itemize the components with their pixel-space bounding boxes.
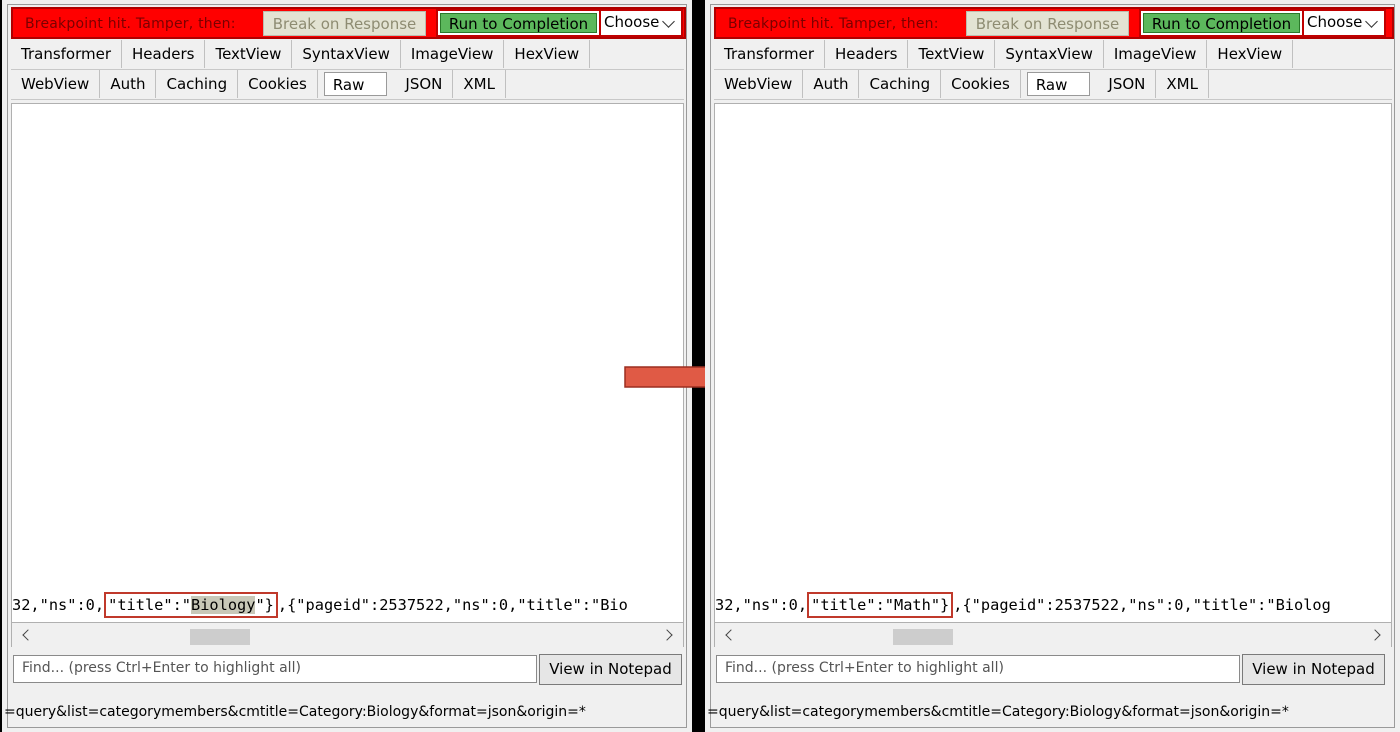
tab-xml[interactable]: XML [1156, 70, 1209, 98]
inspector-tabs-row2: WebView Auth Caching Cookies Raw JSON XM… [11, 69, 684, 100]
choose-label: Choose [1307, 13, 1363, 31]
code-title-end: "} [930, 596, 950, 614]
title-highlight-box: "title":"Math"} [807, 592, 954, 618]
view-in-notepad-button[interactable]: View in Notepad [539, 654, 682, 685]
tab-cookies[interactable]: Cookies [941, 70, 1021, 98]
breakpoint-bar: Breakpoint hit. Tamper, then: Break on R… [714, 7, 1394, 39]
tab-json[interactable]: JSON [395, 70, 454, 98]
tab-raw[interactable]: Raw [1026, 72, 1091, 96]
fiddler-panel-after: Breakpoint hit. Tamper, then: Break on R… [705, 0, 1400, 732]
view-in-notepad-button[interactable]: View in Notepad [1242, 654, 1385, 685]
inspector-tabs-row1: Transformer Headers TextView SyntaxView … [11, 39, 684, 70]
tab-caching[interactable]: Caching [859, 70, 942, 98]
tab-textview[interactable]: TextView [205, 40, 293, 68]
tab-auth[interactable]: Auth [100, 70, 157, 98]
tab-xml[interactable]: XML [453, 70, 506, 98]
code-title-value: Biology [191, 596, 256, 614]
code-suffix: ,{"pageid":2537522,"ns":0,"title":"Biolo… [953, 596, 1331, 614]
inspector-tabs-row1: Transformer Headers TextView SyntaxView … [714, 39, 1392, 70]
tab-transformer[interactable]: Transformer [11, 40, 123, 68]
tab-auth[interactable]: Auth [803, 70, 860, 98]
tab-hexview[interactable]: HexView [1207, 40, 1294, 68]
code-title-value: Math [894, 596, 931, 614]
tab-json[interactable]: JSON [1098, 70, 1157, 98]
run-to-completion-button[interactable]: Run to Completion [440, 13, 597, 33]
code-title-key: "title":" [811, 596, 894, 614]
code-prefix: 32,"ns":0, [715, 596, 808, 614]
code-title-end: "} [255, 596, 274, 614]
break-on-response-button[interactable]: Break on Response [263, 11, 426, 36]
tab-webview[interactable]: WebView [11, 70, 101, 98]
tab-imageview[interactable]: ImageView [1104, 40, 1208, 68]
scrollbar-thumb[interactable] [893, 629, 953, 645]
tab-imageview[interactable]: ImageView [401, 40, 505, 68]
tab-raw[interactable]: Raw [323, 72, 388, 96]
choose-label: Choose [604, 13, 660, 31]
scrollbar-thumb[interactable] [190, 629, 250, 645]
scroll-right-arrow-icon[interactable] [661, 629, 673, 641]
tab-syntaxview[interactable]: SyntaxView [292, 40, 401, 68]
chevron-down-icon [662, 15, 675, 28]
find-input[interactable]: Find... (press Ctrl+Enter to highlight a… [716, 655, 1240, 683]
tab-webview[interactable]: WebView [714, 70, 804, 98]
run-to-completion-highlight: Run to Completion [1139, 9, 1304, 37]
code-prefix: 32,"ns":0, [12, 596, 105, 614]
inspector-tabs-row2: WebView Auth Caching Cookies Raw JSON XM… [714, 69, 1392, 100]
raw-response-textarea[interactable]: 32,"ns":0, "title":"Biology"} ,{"pageid":2… [11, 103, 684, 623]
response-code-line: 32,"ns":0, "title":"Math"} ,{"pageid":2537… [715, 592, 1331, 618]
raw-response-textarea[interactable]: 32,"ns":0, "title":"Math"} ,{"pageid":2537… [714, 103, 1392, 623]
break-on-response-button[interactable]: Break on Response [966, 11, 1129, 36]
run-to-completion-button[interactable]: Run to Completion [1143, 13, 1300, 33]
scroll-right-arrow-icon[interactable] [1369, 629, 1381, 641]
tab-headers[interactable]: Headers [825, 40, 909, 68]
scroll-left-arrow-icon[interactable] [725, 629, 737, 641]
status-bar-url: =query&list=categorymembers&cmtitle=Cate… [4, 704, 586, 720]
tab-caching[interactable]: Caching [156, 70, 239, 98]
find-input[interactable]: Find... (press Ctrl+Enter to highlight a… [13, 655, 537, 683]
run-to-completion-highlight: Run to Completion [436, 9, 601, 37]
tab-syntaxview[interactable]: SyntaxView [995, 40, 1104, 68]
status-bar-url: =query&list=categorymembers&cmtitle=Cate… [707, 704, 1289, 720]
tab-transformer[interactable]: Transformer [714, 40, 826, 68]
breakpoint-bar: Breakpoint hit. Tamper, then: Break on R… [11, 7, 686, 39]
tab-textview[interactable]: TextView [908, 40, 996, 68]
code-suffix: ,{"pageid":2537522,"ns":0,"title":"Bio [277, 596, 628, 614]
title-highlight-box: "title":"Biology"} [104, 592, 278, 618]
code-title-key: "title":" [108, 596, 191, 614]
tab-headers[interactable]: Headers [122, 40, 206, 68]
choose-dropdown[interactable]: Choose [1302, 9, 1386, 37]
tab-hexview[interactable]: HexView [504, 40, 591, 68]
fiddler-panel-before: Breakpoint hit. Tamper, then: Break on R… [2, 0, 692, 732]
scroll-left-arrow-icon[interactable] [22, 629, 34, 641]
response-code-line: 32,"ns":0, "title":"Biology"} ,{"pageid":2… [12, 592, 628, 618]
horizontal-scrollbar[interactable] [714, 623, 1392, 647]
breakpoint-text: Breakpoint hit. Tamper, then: [25, 16, 236, 32]
choose-dropdown[interactable]: Choose [599, 9, 683, 37]
chevron-down-icon [1365, 15, 1378, 28]
horizontal-scrollbar[interactable] [11, 623, 684, 647]
breakpoint-text: Breakpoint hit. Tamper, then: [728, 16, 939, 32]
tab-cookies[interactable]: Cookies [238, 70, 318, 98]
